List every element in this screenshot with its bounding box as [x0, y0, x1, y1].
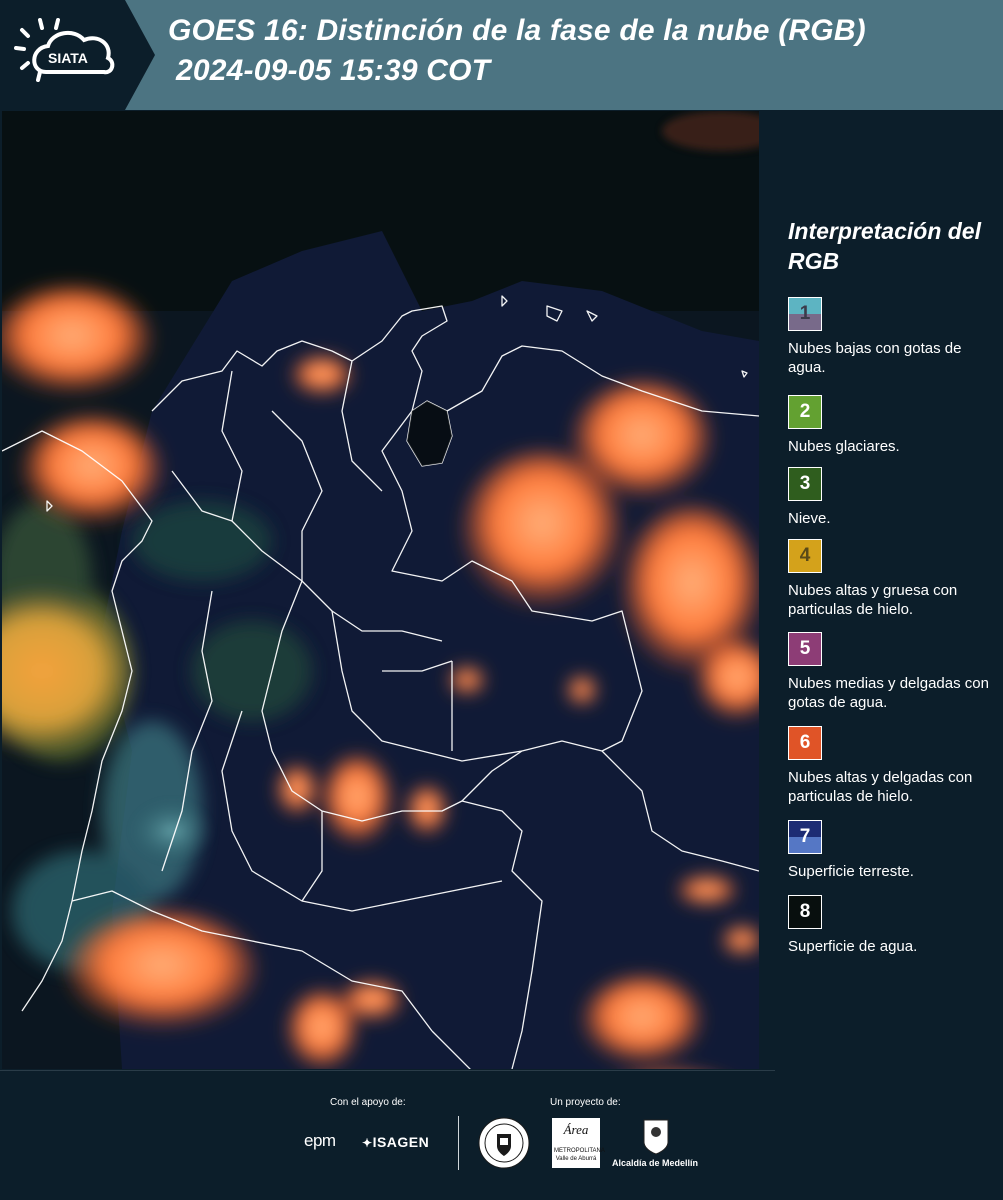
legend-title: Interpretación del RGB	[788, 218, 981, 274]
timestamp: 2024-09-05 15:39 COT	[176, 54, 491, 87]
page-title: GOES 16: Distinción de la fase de la nub…	[168, 14, 866, 47]
legend-swatch-7: 7	[788, 820, 822, 854]
legend-label: Nieve.	[788, 510, 831, 527]
satellite-imagery	[2, 111, 759, 1069]
siata-logo-text: SIATA	[48, 50, 88, 66]
footer-divider	[0, 1070, 775, 1071]
legend-swatch-1: 1	[788, 297, 822, 331]
isagen-mark-icon: ✦	[362, 1136, 373, 1150]
legend-number: 6	[799, 732, 811, 753]
legend-number: 5	[799, 638, 811, 659]
isagen-logo-text: ISAGEN	[372, 1134, 430, 1150]
amva-logo-caption: Valle de Aburrá	[555, 1156, 597, 1162]
siata-logo-icon: SIATA	[14, 18, 115, 82]
legend-number: 2	[799, 401, 811, 422]
legend-swatch-8: 8	[788, 895, 822, 929]
legend-item-7: 7 Superficie terreste.	[788, 820, 998, 881]
satellite-map	[2, 111, 759, 1069]
legend-number: 3	[799, 473, 811, 494]
amva-logo: Área METROPOLITANA Valle de Aburrá	[552, 1118, 605, 1168]
legend-item-4: 4 Nubes altas y gruesa con particulas de…	[788, 539, 998, 619]
epm-logo: epm	[304, 1131, 336, 1150]
legend-label: Nubes altas y gruesa con particulas de h…	[788, 582, 958, 618]
legend-label: Superficie terreste.	[788, 863, 914, 880]
legend-number: 1	[799, 303, 811, 324]
logo-divider	[458, 1116, 459, 1170]
legend-swatch-6: 6	[788, 726, 822, 760]
legend-item-6: 6 Nubes altas y delgadas con particulas …	[788, 726, 998, 806]
project-label: Un proyecto de:	[550, 1097, 621, 1108]
medellin-shield-icon	[643, 1119, 669, 1155]
legend-label: Nubes glaciares.	[788, 438, 900, 455]
support-label: Con el apoyo de:	[330, 1097, 406, 1108]
medellin-logo-text: Alcaldía de Medellín	[612, 1158, 699, 1168]
isagen-logo: ✦ISAGEN	[362, 1134, 429, 1150]
legend-panel: Interpretación del RGB 1 Nubes bajas con…	[772, 110, 1003, 1070]
legend-label: Nubes bajas con gotas de agua.	[788, 340, 962, 376]
legend-number: 8	[799, 901, 811, 922]
legend-label: Nubes altas y delgadas con particulas de…	[788, 769, 973, 805]
footer: Con el apoyo de: Un proyecto de: epm ✦IS…	[0, 1070, 1003, 1200]
seal-logo-icon	[478, 1117, 530, 1169]
legend-swatch-2: 2	[788, 395, 822, 429]
legend-item-8: 8 Superficie de agua.	[788, 895, 998, 956]
amva-logo-title: Área	[563, 1122, 589, 1137]
legend-swatch-4: 4	[788, 539, 822, 573]
amva-logo-subtitle: METROPOLITANA	[554, 1148, 605, 1154]
legend-number: 7	[799, 826, 811, 847]
legend-item-5: 5 Nubes medias y delgadas con gotas de a…	[788, 632, 998, 712]
legend-number: 4	[799, 545, 811, 566]
legend-label: Nubes medias y delgadas con gotas de agu…	[788, 675, 989, 711]
legend-item-2: 2 Nubes glaciares.	[788, 395, 998, 456]
legend-swatch-3: 3	[788, 467, 822, 501]
legend-item-3: 3 Nieve.	[788, 467, 998, 528]
legend-label: Superficie de agua.	[788, 938, 918, 955]
legend-swatch-5: 5	[788, 632, 822, 666]
legend-item-1: 1 Nubes bajas con gotas de agua.	[788, 297, 998, 377]
siata-logo-panel: SIATA	[0, 0, 155, 110]
header-bar: SIATA GOES 16: Distinción de la fase de …	[0, 0, 1003, 110]
